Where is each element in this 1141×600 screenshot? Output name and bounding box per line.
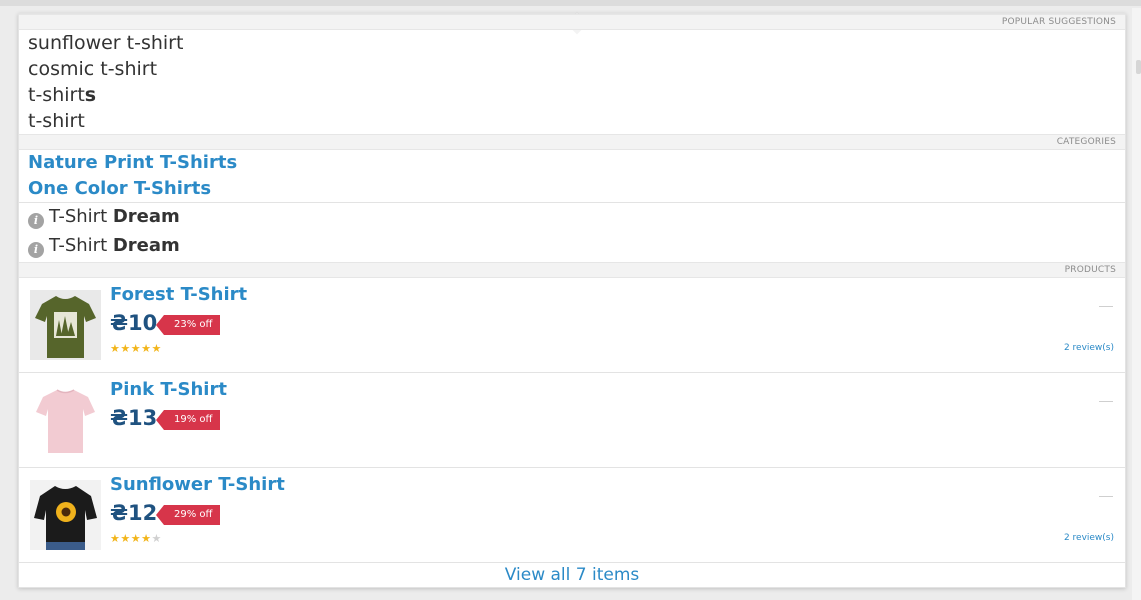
- suggestion-match: s: [84, 84, 97, 106]
- page-result-match: Dream: [112, 206, 180, 227]
- popular-suggestions-header: POPULAR SUGGESTIONS: [19, 14, 1125, 30]
- product-dash: [1099, 306, 1113, 307]
- page-result-item[interactable]: i T-Shirt Dream: [28, 204, 180, 230]
- suggestion-text: t-shirt: [28, 110, 85, 132]
- info-icon: i: [28, 242, 44, 258]
- product-dash: [1099, 401, 1113, 402]
- discount-badge: 19% off: [155, 410, 221, 430]
- suggestion-item[interactable]: cosmic t-shirt: [28, 57, 157, 81]
- discount-badge: 29% off: [155, 505, 221, 525]
- discount-badge: 23% off: [155, 315, 221, 335]
- product-price: ₴10: [110, 311, 158, 335]
- page-result-item[interactable]: i T-Shirt Dream: [28, 233, 180, 259]
- product-price: ₴12: [110, 501, 158, 525]
- product-item[interactable]: Forest T-Shirt ₴10 23% off ★★★★★ 2 revie…: [19, 278, 1125, 373]
- rating-stars: ★★★★★: [110, 532, 162, 545]
- page-result-text: T-Shirt: [49, 235, 113, 256]
- product-dash: [1099, 496, 1113, 497]
- product-title[interactable]: Forest T-Shirt: [110, 283, 247, 307]
- product-item[interactable]: Sunflower T-Shirt ₴12 29% off ★★★★★ 2 re…: [19, 468, 1125, 563]
- category-link[interactable]: One Color T-Shirts: [28, 177, 211, 201]
- info-icon: i: [28, 213, 44, 229]
- review-count-link[interactable]: 2 review(s): [1064, 533, 1114, 543]
- product-title[interactable]: Sunflower T-Shirt: [110, 473, 285, 497]
- page-result-text: T-Shirt: [49, 206, 113, 227]
- rating-stars: ★★★★★: [110, 342, 162, 355]
- section-divider: [19, 202, 1125, 203]
- product-image[interactable]: [30, 290, 101, 360]
- categories-header: CATEGORIES: [19, 134, 1125, 150]
- page-scroll-edge: [1132, 8, 1141, 600]
- search-autocomplete-dropdown: POPULAR SUGGESTIONS sunflower t-shirt co…: [18, 11, 1126, 588]
- category-link[interactable]: Nature Print T-Shirts: [28, 151, 237, 175]
- product-item[interactable]: Pink T-Shirt ₴13 19% off: [19, 373, 1125, 468]
- suggestion-item[interactable]: sunflower t-shirt: [28, 31, 183, 55]
- page-result-match: Dream: [112, 235, 180, 256]
- product-image[interactable]: [30, 480, 101, 550]
- product-image[interactable]: [30, 385, 101, 455]
- suggestion-text: cosmic t-shirt: [28, 58, 158, 80]
- page-top-bar: [0, 0, 1141, 6]
- review-count-link[interactable]: 2 review(s): [1064, 343, 1114, 353]
- suggestion-item[interactable]: t-shirt: [28, 109, 85, 133]
- suggestion-item[interactable]: t-shirts: [28, 83, 96, 107]
- view-all-link[interactable]: View all 7 items: [19, 563, 1125, 587]
- product-price: ₴13: [110, 406, 158, 430]
- product-title[interactable]: Pink T-Shirt: [110, 378, 227, 402]
- scrollbar-thumb[interactable]: [1136, 60, 1141, 74]
- suggestion-text: t-shirt: [28, 84, 85, 106]
- suggestion-text: sunflower t-shirt: [28, 32, 184, 54]
- products-header: PRODUCTS: [19, 262, 1125, 278]
